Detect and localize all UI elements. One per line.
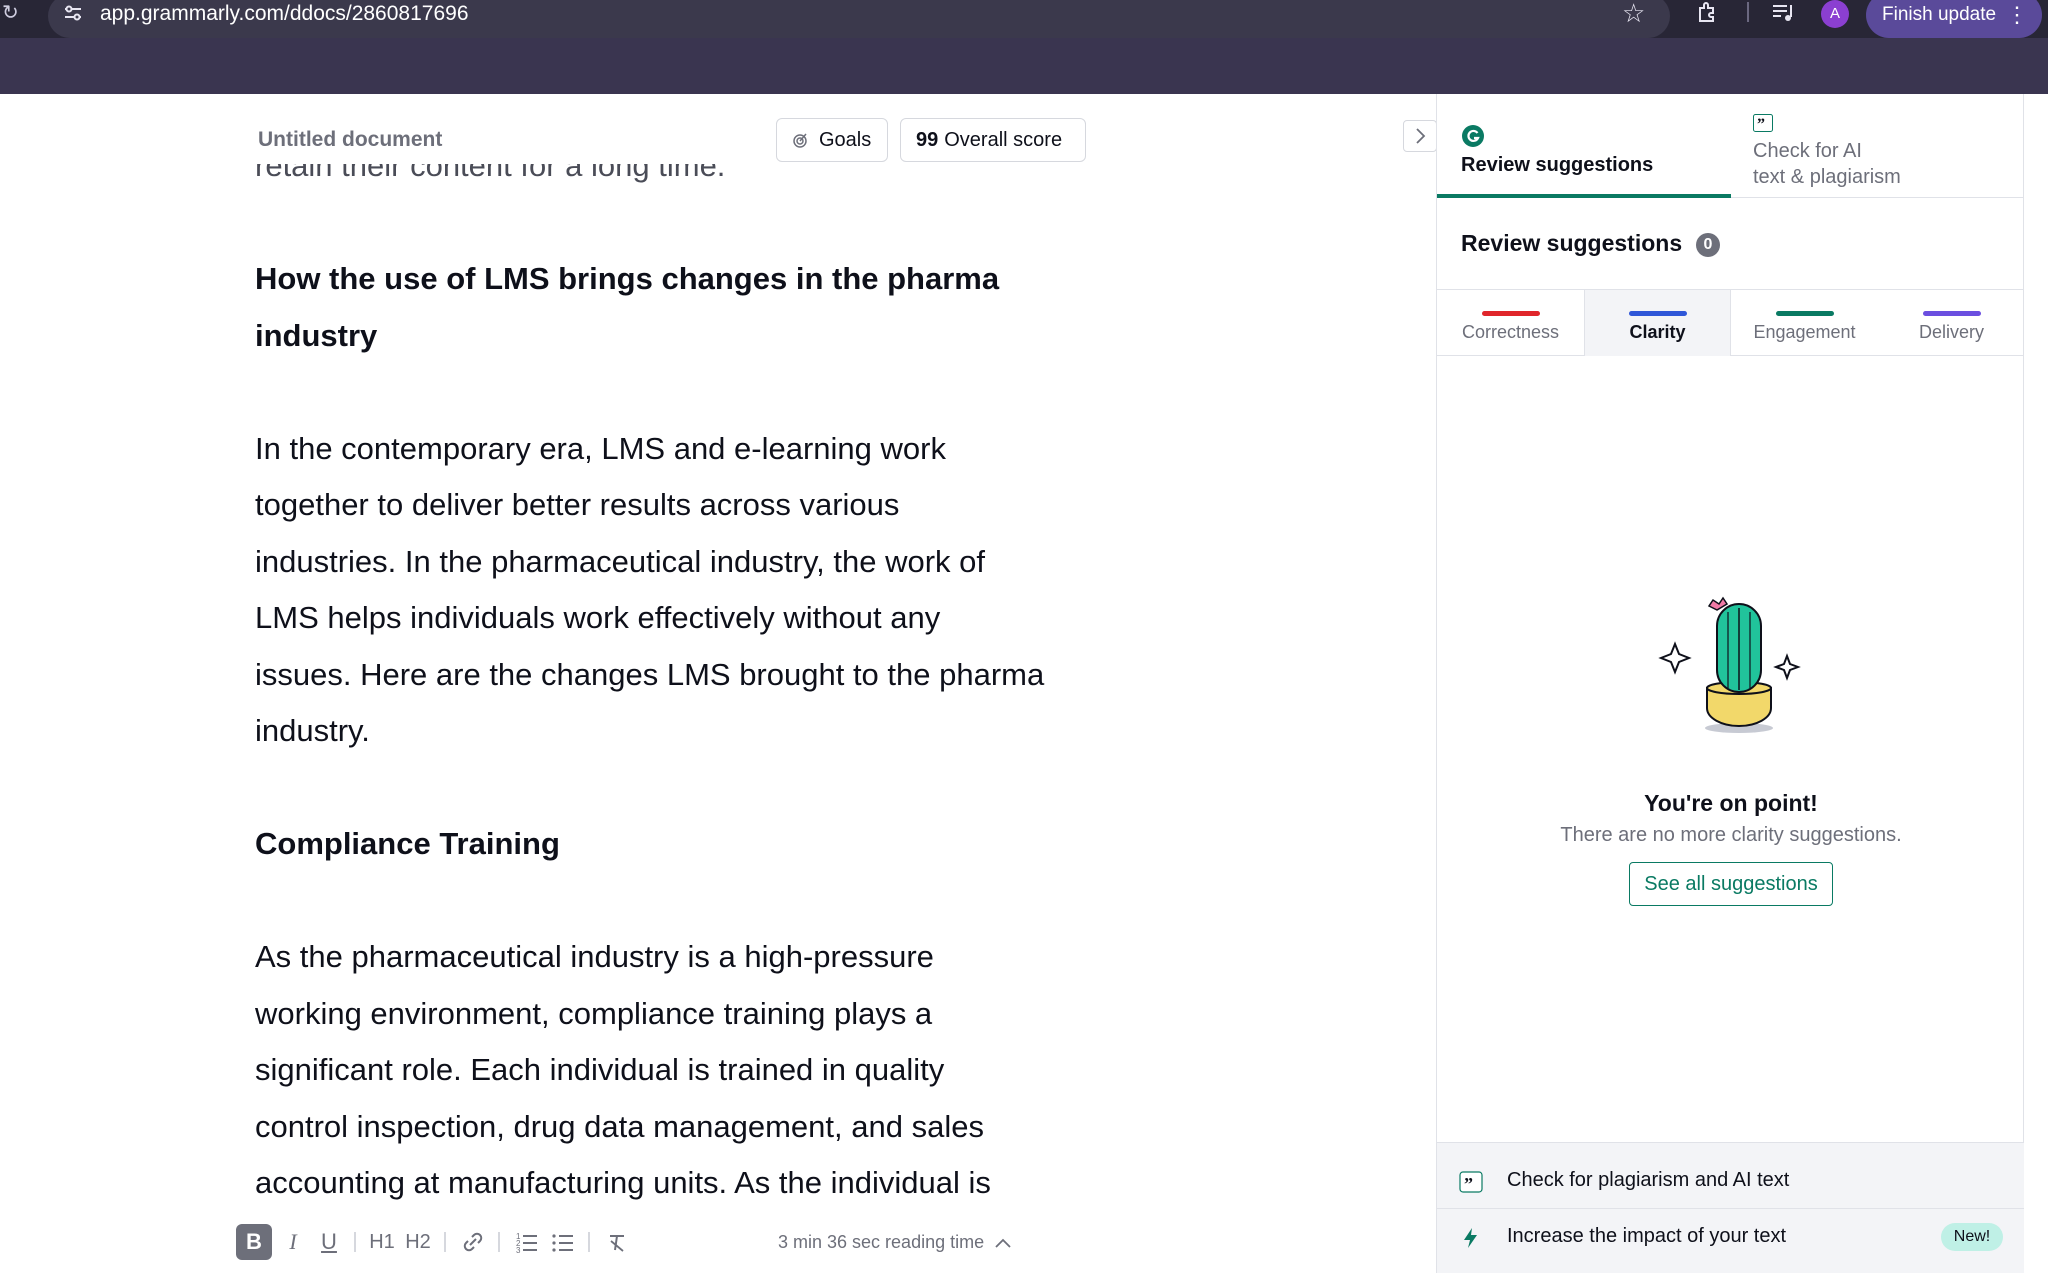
tab-ai-label: Check for AI text & plagiarism bbox=[1753, 138, 2003, 190]
site-settings-icon[interactable] bbox=[62, 2, 84, 24]
category-tabs: Correctness Clarity Engagement Delivery bbox=[1437, 290, 2025, 356]
paragraph-compliance: As the pharmaceutical industry is a high… bbox=[255, 929, 1115, 1212]
paragraph-cut: retain their content for a long time. bbox=[255, 164, 726, 183]
chrome-divider bbox=[1747, 2, 1749, 22]
category-label: Correctness bbox=[1461, 322, 1560, 342]
toolbar-divider bbox=[354, 1232, 356, 1252]
category-engagement[interactable]: Engagement bbox=[1731, 290, 1878, 356]
text-line: accounting at manufacturing units. As th… bbox=[255, 1165, 991, 1200]
score-value: 99 bbox=[916, 128, 939, 151]
goals-label: Goals bbox=[819, 128, 872, 151]
category-clarity[interactable]: Clarity bbox=[1584, 290, 1731, 356]
more-vertical-icon: ⋮ bbox=[2006, 2, 2028, 27]
extensions-icon[interactable] bbox=[1696, 0, 1720, 24]
paragraph-contemporary: In the contemporary era, LMS and e-learn… bbox=[255, 421, 1115, 760]
empty-state-title: You're on point! bbox=[1644, 790, 1818, 816]
see-all-suggestions-button[interactable]: See all suggestions bbox=[1629, 862, 1833, 906]
bullet-list-icon[interactable] bbox=[548, 1224, 578, 1260]
goals-button[interactable]: Goals bbox=[776, 118, 888, 162]
tab-ai-line: Check for AI bbox=[1753, 140, 1862, 162]
text-line: industries. In the pharmaceutical indust… bbox=[255, 543, 985, 579]
bookmark-star-icon[interactable]: ☆ bbox=[1622, 0, 1645, 26]
chevron-right-icon bbox=[1416, 128, 1426, 144]
overall-score-button[interactable]: 99 Overall score bbox=[900, 118, 1086, 162]
underline-button[interactable]: U bbox=[314, 1224, 344, 1260]
category-bar bbox=[1775, 311, 1834, 316]
quote-icon: ” bbox=[1459, 1171, 1483, 1193]
increase-impact-row[interactable]: Increase the impact of your text New! bbox=[1437, 1209, 2025, 1265]
svg-text:”: ” bbox=[1757, 116, 1765, 132]
tab-review-suggestions[interactable]: Review suggestions bbox=[1437, 94, 1731, 198]
category-bar bbox=[1628, 311, 1687, 316]
suggestion-count-badge: 0 bbox=[1696, 233, 1720, 257]
category-label: Engagement bbox=[1753, 322, 1856, 342]
increase-impact-label: Increase the impact of your text bbox=[1507, 1225, 1787, 1247]
empty-state-subtitle: There are no more clarity suggestions. bbox=[1560, 824, 1902, 846]
grammarly-logo-icon bbox=[1462, 125, 1484, 147]
tab-check-ai[interactable]: ” Check for AI text & plagiarism bbox=[1731, 94, 2025, 198]
suggestions-panel: Review suggestions ” Check for AI text &… bbox=[1436, 94, 2025, 1273]
category-correctness[interactable]: Correctness bbox=[1437, 290, 1584, 356]
toolbar-divider bbox=[444, 1232, 446, 1252]
text-line: In the contemporary era, LMS and e-learn… bbox=[255, 430, 946, 466]
text-line: issues. Here are the changes LMS brought… bbox=[255, 656, 1045, 692]
profile-avatar[interactable]: A bbox=[1821, 0, 1849, 28]
text-line: control inspection, drug data management… bbox=[255, 1108, 984, 1144]
check-plagiarism-label: Check for plagiarism and AI text bbox=[1507, 1169, 1790, 1191]
bold-button[interactable]: B bbox=[236, 1224, 272, 1260]
italic-button[interactable]: I bbox=[278, 1224, 308, 1260]
heading1-button[interactable]: H1 bbox=[366, 1224, 398, 1260]
heading-line: How the use of LMS brings changes in the… bbox=[255, 261, 1000, 296]
panel-header: Review suggestions 0 bbox=[1437, 198, 2025, 290]
text-line: working environment, compliance training… bbox=[255, 995, 933, 1031]
chevron-up-icon bbox=[995, 1238, 1011, 1248]
category-label: Delivery bbox=[1918, 322, 1984, 342]
text-line: industry. bbox=[255, 713, 370, 748]
svg-text:”: ” bbox=[1464, 1174, 1473, 1193]
toolbar-divider bbox=[498, 1232, 500, 1252]
window-right-margin bbox=[2024, 94, 2048, 1273]
category-delivery[interactable]: Delivery bbox=[1878, 290, 2025, 356]
lightning-icon bbox=[1464, 1228, 1477, 1248]
cactus-illustration bbox=[1658, 596, 1801, 733]
numbered-list-icon[interactable]: 1 2 3 bbox=[512, 1224, 542, 1260]
score-label: Overall score bbox=[944, 128, 1063, 151]
category-bar bbox=[1922, 311, 1981, 316]
heading-lms-changes: How the use of LMS brings changes in the… bbox=[255, 251, 1115, 364]
link-icon[interactable] bbox=[458, 1224, 488, 1260]
toolbar-divider bbox=[588, 1232, 590, 1252]
reading-time[interactable]: 3 min 36 sec reading time bbox=[778, 1224, 1013, 1260]
category-bar bbox=[1481, 311, 1540, 316]
tab-review-label: Review suggestions bbox=[1461, 154, 1654, 176]
reload-icon[interactable]: ↻ bbox=[2, 2, 24, 24]
media-control-icon[interactable] bbox=[1770, 0, 1796, 26]
target-icon bbox=[793, 133, 807, 148]
url-text[interactable]: app.grammarly.com/ddocs/2860817696 bbox=[100, 1, 469, 27]
category-label: Clarity bbox=[1629, 322, 1686, 342]
text-line: As the pharmaceutical industry is a high… bbox=[255, 939, 934, 974]
document-title[interactable]: Untitled document bbox=[258, 128, 442, 152]
panel-title: Review suggestions bbox=[1461, 230, 1683, 256]
reading-time-label: 3 min 36 sec reading time bbox=[778, 1232, 985, 1252]
formatting-toolbar: B I U H1 H2 1 2 3 3 min 36 sec reading t… bbox=[236, 1224, 1236, 1266]
clear-formatting-icon[interactable] bbox=[602, 1224, 632, 1260]
quote-icon: ” bbox=[1753, 114, 1773, 132]
document-editor[interactable]: retain their content for a long time. Ho… bbox=[255, 164, 1115, 1214]
tab-ai-line: text & plagiarism bbox=[1753, 166, 1901, 188]
text-line: LMS helps individuals work effectively w… bbox=[255, 600, 941, 635]
heading-compliance-training: Compliance Training bbox=[255, 826, 560, 861]
text-line: significant role. Each individual is tra… bbox=[255, 1052, 945, 1087]
finish-update-button[interactable]: Finish update ⋮ bbox=[1866, 0, 2042, 38]
check-plagiarism-row[interactable]: ” Check for plagiarism and AI text bbox=[1437, 1153, 2025, 1209]
panel-footer: ” Check for plagiarism and AI text Incre… bbox=[1437, 1142, 2025, 1273]
finish-update-label: Finish update bbox=[1882, 4, 1997, 25]
collapse-panel-button[interactable] bbox=[1403, 120, 1437, 152]
heading2-button[interactable]: H2 bbox=[402, 1224, 434, 1260]
heading-line: industry bbox=[255, 317, 378, 353]
new-badge: New! bbox=[1941, 1223, 2003, 1251]
svg-text:3: 3 bbox=[516, 1246, 521, 1255]
browser-chrome: ↻ app.grammarly.com/ddocs/2860817696 ☆ A… bbox=[0, 0, 2048, 94]
text-line: together to deliver better results acros… bbox=[255, 487, 900, 522]
